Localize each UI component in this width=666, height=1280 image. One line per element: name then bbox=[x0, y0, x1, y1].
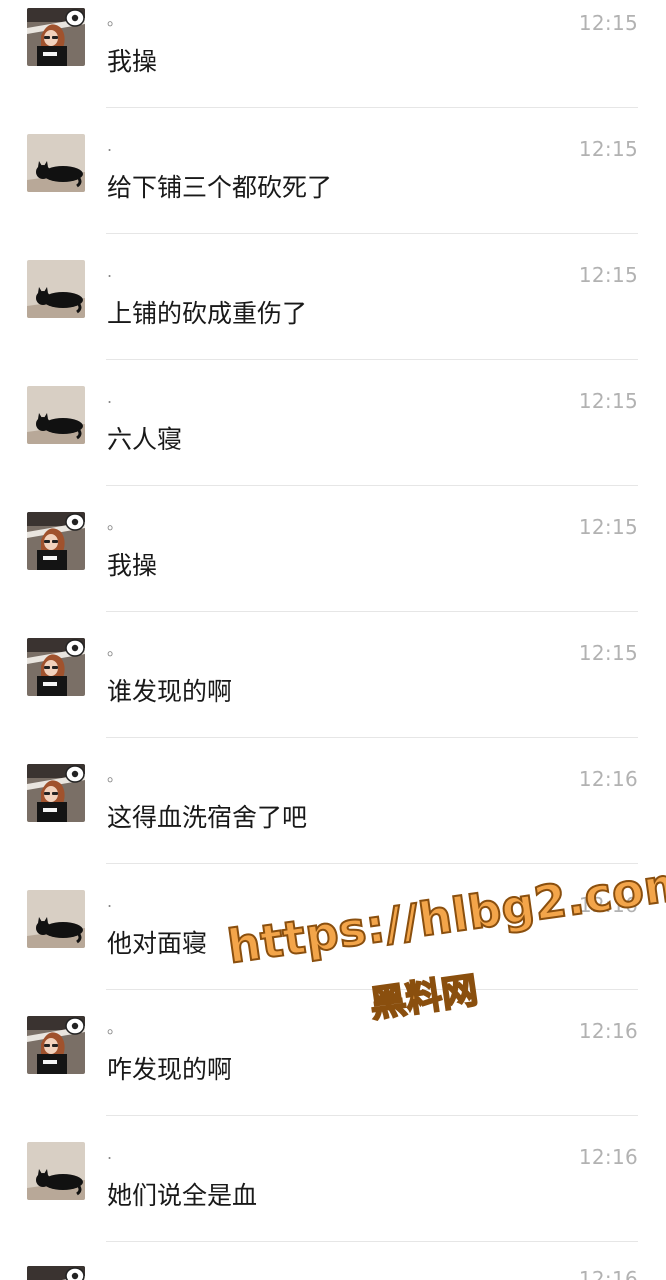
black-cat-avatar-icon[interactable] bbox=[27, 386, 85, 444]
message-time: 12:16 bbox=[578, 1267, 638, 1280]
sender-nickname: 。 bbox=[107, 1018, 124, 1037]
message-text: 他对面寝 bbox=[107, 929, 208, 958]
divider bbox=[106, 233, 638, 234]
message-text: 她们说全是血 bbox=[107, 1181, 258, 1210]
message-text: 我操 bbox=[107, 47, 158, 76]
message-text: 给下铺三个都砍死了 bbox=[107, 173, 333, 202]
girl-avatar-icon[interactable] bbox=[27, 8, 85, 66]
message-time: 12:16 bbox=[578, 1019, 638, 1043]
sender-nickname: 。 bbox=[107, 10, 124, 29]
sender-nickname: 。 bbox=[107, 766, 124, 785]
black-cat-avatar-icon[interactable] bbox=[27, 890, 85, 948]
message-item[interactable]: 。 12:16 这得血洗宿舍了吧 bbox=[0, 756, 666, 882]
girl-avatar-icon[interactable] bbox=[27, 638, 85, 696]
message-item[interactable]: . 12:15 给下铺三个都砍死了 bbox=[0, 126, 666, 252]
message-time: 12:15 bbox=[578, 137, 638, 161]
sender-nickname: . bbox=[107, 892, 113, 911]
sender-nickname: . bbox=[107, 388, 113, 407]
message-text: 咋发现的啊 bbox=[107, 1055, 233, 1084]
divider bbox=[106, 1241, 638, 1242]
divider bbox=[106, 359, 638, 360]
divider bbox=[106, 107, 638, 108]
divider bbox=[106, 1115, 638, 1116]
divider bbox=[106, 485, 638, 486]
black-cat-avatar-icon[interactable] bbox=[27, 260, 85, 318]
girl-avatar-icon[interactable] bbox=[27, 1016, 85, 1074]
divider bbox=[106, 737, 638, 738]
message-text: 谁发现的啊 bbox=[107, 677, 233, 706]
message-text: 这得血洗宿舍了吧 bbox=[107, 803, 308, 832]
girl-avatar-icon[interactable] bbox=[27, 512, 85, 570]
sender-nickname: . bbox=[107, 262, 113, 281]
message-text: 六人寝 bbox=[107, 425, 183, 454]
chat-history-list: 。 12:15 我操 . 12:15 给下铺三个都砍死了 . 12:15 上铺的… bbox=[0, 0, 666, 1280]
message-item[interactable]: . 12:16 她们说全是血 bbox=[0, 1134, 666, 1260]
message-time: 12:16 bbox=[578, 767, 638, 791]
message-time: 12:15 bbox=[578, 263, 638, 287]
black-cat-avatar-icon[interactable] bbox=[27, 1142, 85, 1200]
message-item[interactable]: . 12:15 六人寝 bbox=[0, 378, 666, 504]
divider bbox=[106, 863, 638, 864]
message-item[interactable]: . 12:15 上铺的砍成重伤了 bbox=[0, 252, 666, 378]
message-item-partial[interactable]: 12:16 bbox=[0, 1252, 666, 1280]
girl-avatar-icon[interactable] bbox=[27, 1266, 85, 1280]
message-time: 12:16 bbox=[578, 893, 638, 917]
divider bbox=[106, 989, 638, 990]
message-time: 12:15 bbox=[578, 389, 638, 413]
message-text: 上铺的砍成重伤了 bbox=[107, 299, 308, 328]
sender-nickname: . bbox=[107, 1144, 113, 1163]
message-text: 我操 bbox=[107, 551, 158, 580]
message-time: 12:15 bbox=[578, 11, 638, 35]
sender-nickname: 。 bbox=[107, 640, 124, 659]
message-item[interactable]: 。 12:15 我操 bbox=[0, 0, 666, 126]
sender-nickname: . bbox=[107, 136, 113, 155]
black-cat-avatar-icon[interactable] bbox=[27, 134, 85, 192]
message-item[interactable]: . 12:16 他对面寝 bbox=[0, 882, 666, 1008]
sender-nickname: 。 bbox=[107, 514, 124, 533]
message-time: 12:15 bbox=[578, 641, 638, 665]
divider bbox=[106, 611, 638, 612]
message-time: 12:15 bbox=[578, 515, 638, 539]
message-item[interactable]: 。 12:16 咋发现的啊 bbox=[0, 1008, 666, 1134]
message-time: 12:16 bbox=[578, 1145, 638, 1169]
message-item[interactable]: 。 12:15 我操 bbox=[0, 504, 666, 630]
message-item[interactable]: 。 12:15 谁发现的啊 bbox=[0, 630, 666, 756]
girl-avatar-icon[interactable] bbox=[27, 764, 85, 822]
